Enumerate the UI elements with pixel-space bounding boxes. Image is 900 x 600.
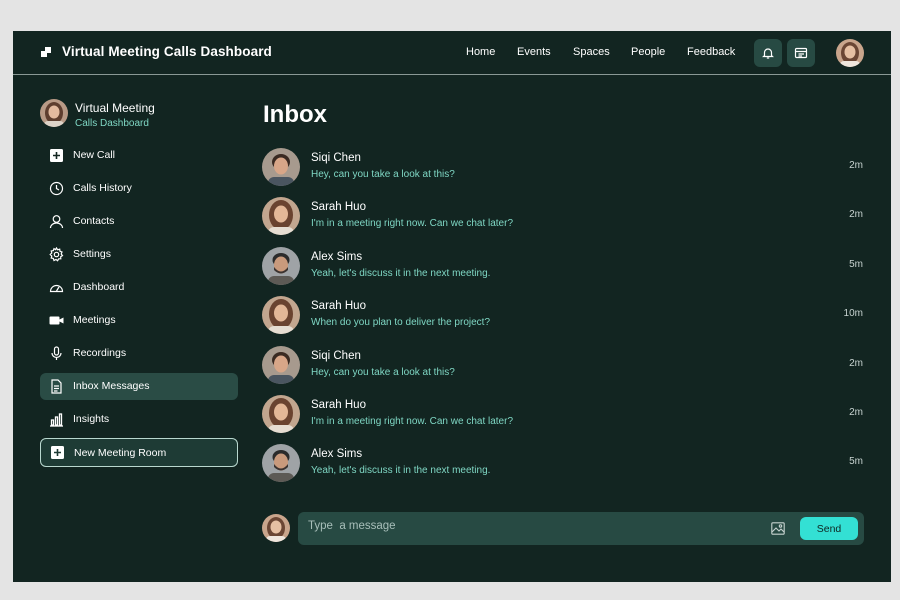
sender-name: Sarah Huo [311, 300, 366, 312]
profile-avatar [40, 99, 68, 127]
video-icon [49, 316, 64, 325]
sender-name: Sarah Huo [311, 399, 366, 411]
sidebar-item-calls-history[interactable]: Calls History [40, 175, 238, 202]
sidebar-item-label: Settings [73, 248, 111, 260]
gauge-icon [49, 284, 64, 293]
sidebar-item-label: Dashboard [73, 281, 125, 293]
sidebar-item-label: New Meeting Room [74, 447, 167, 459]
plus-square-icon [50, 149, 63, 162]
send-button[interactable]: Send [800, 517, 858, 540]
sender-name: Siqi Chen [311, 152, 361, 164]
profile-subtitle: Calls Dashboard [75, 118, 149, 129]
message-row[interactable]: Sarah Huo When do you plan to deliver th… [262, 293, 865, 337]
avatar [262, 247, 300, 285]
composer-avatar [262, 514, 290, 542]
message-row[interactable]: Alex Sims Yeah, let's discuss it in the … [262, 441, 865, 485]
message-preview: Yeah, let's discuss it in the next meeti… [311, 268, 491, 279]
layout-button[interactable] [787, 39, 815, 67]
message-time: 2m [849, 407, 863, 418]
message-time: 2m [849, 358, 863, 369]
new-meeting-room-button[interactable]: New Meeting Room [40, 438, 238, 467]
app-window: Virtual Meeting Calls Dashboard Home Eve… [13, 31, 891, 582]
user-icon [49, 215, 64, 229]
message-preview: Hey, can you take a look at this? [311, 169, 455, 180]
sender-name: Siqi Chen [311, 350, 361, 362]
message-row[interactable]: Siqi Chen Hey, can you take a look at th… [262, 145, 865, 189]
nav-feedback[interactable]: Feedback [687, 46, 735, 58]
sidebar-item-label: Contacts [73, 215, 115, 227]
message-preview: Hey, can you take a look at this? [311, 367, 455, 378]
sender-name: Sarah Huo [311, 201, 366, 213]
message-row[interactable]: Alex Sims Yeah, let's discuss it in the … [262, 244, 865, 288]
plus-square-icon [51, 446, 64, 459]
message-preview: When do you plan to deliver the project? [311, 317, 490, 328]
sidebar-item-settings[interactable]: Settings [40, 241, 238, 268]
app-title: Virtual Meeting Calls Dashboard [62, 44, 272, 59]
sidebar-item-label: New Call [73, 149, 116, 161]
bell-icon [762, 48, 774, 59]
message-row[interactable]: Siqi Chen Hey, can you take a look at th… [262, 343, 865, 387]
avatar [262, 197, 300, 235]
sidebar-item-label: Recordings [73, 347, 127, 359]
nav-spaces[interactable]: Spaces [573, 46, 610, 58]
nav-events[interactable]: Events [517, 46, 551, 58]
nav-home[interactable]: Home [466, 46, 495, 58]
bar-chart-icon [50, 413, 63, 427]
sender-name: Alex Sims [311, 448, 363, 460]
message-preview: Yeah, let's discuss it in the next meeti… [311, 465, 491, 476]
message-time: 2m [849, 160, 863, 171]
sidebar-item-new-call[interactable]: New Call [40, 142, 238, 169]
top-bar: Virtual Meeting Calls Dashboard Home Eve… [13, 31, 891, 75]
profile-name: Virtual Meeting [75, 101, 155, 115]
sidebar-item-label: Calls History [73, 182, 132, 194]
document-icon [51, 379, 62, 394]
page-title: Inbox [263, 101, 327, 128]
avatar [262, 395, 300, 433]
layout-icon [794, 47, 808, 59]
message-time: 5m [849, 259, 863, 270]
clock-icon [49, 181, 64, 196]
message-time: 5m [849, 456, 863, 467]
sidebar-item-dashboard[interactable]: Dashboard [40, 274, 238, 301]
message-time: 10m [843, 308, 863, 319]
avatar [262, 346, 300, 384]
sidebar-item-insights[interactable]: Insights [40, 406, 238, 433]
sidebar-item-label: Meetings [73, 314, 116, 326]
sidebar-item-recordings[interactable]: Recordings [40, 340, 238, 367]
sidebar-item-contacts[interactable]: Contacts [40, 208, 238, 235]
sender-name: Alex Sims [311, 251, 363, 263]
avatar [262, 296, 300, 334]
brand-logo-icon [41, 47, 51, 57]
nav-people[interactable]: People [631, 46, 665, 58]
sidebar-item-meetings[interactable]: Meetings [40, 307, 238, 334]
image-icon[interactable] [771, 522, 785, 535]
gear-icon [49, 247, 64, 262]
message-preview: I'm in a meeting right now. Can we chat … [311, 416, 514, 427]
message-input[interactable] [308, 520, 748, 532]
message-row[interactable]: Sarah Huo I'm in a meeting right now. Ca… [262, 194, 865, 238]
message-row[interactable]: Sarah Huo I'm in a meeting right now. Ca… [262, 392, 865, 436]
microphone-icon [51, 346, 62, 360]
sidebar-item-label: Inbox Messages [73, 380, 150, 392]
message-preview: I'm in a meeting right now. Can we chat … [311, 218, 514, 229]
sidebar-item-inbox-messages[interactable]: Inbox Messages [40, 373, 238, 400]
sidebar-item-label: Insights [73, 413, 110, 425]
user-avatar[interactable] [836, 39, 864, 67]
message-time: 2m [849, 209, 863, 220]
message-composer: Send [298, 512, 864, 545]
notifications-button[interactable] [754, 39, 782, 67]
avatar [262, 148, 300, 186]
avatar [262, 444, 300, 482]
